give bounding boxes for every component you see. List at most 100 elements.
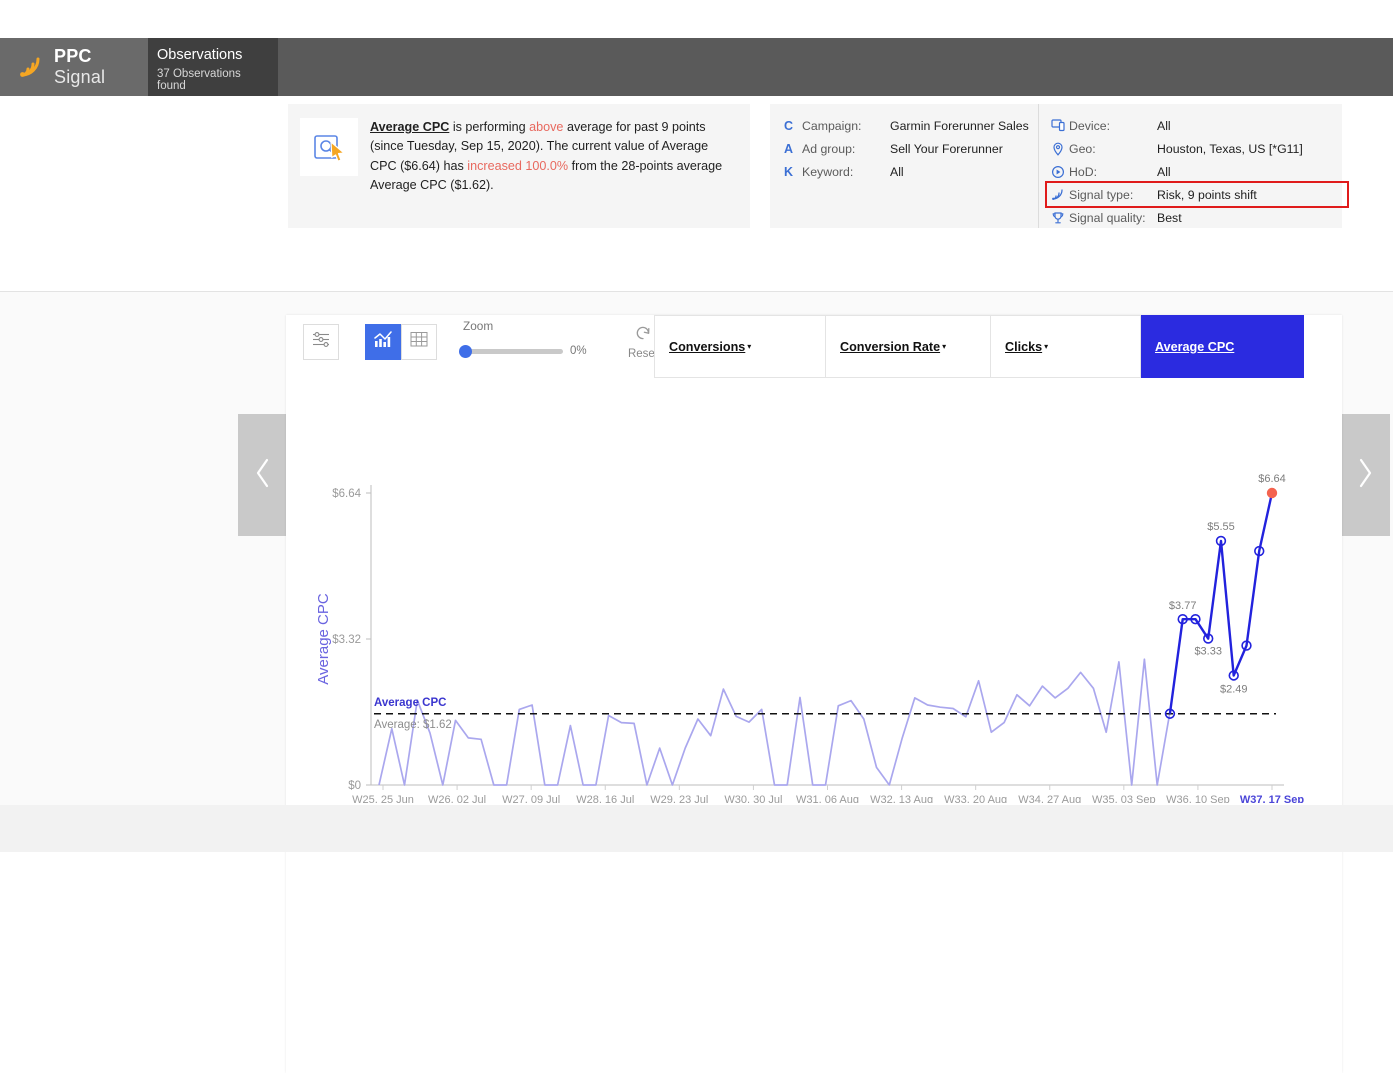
clock-icon — [1051, 165, 1069, 179]
description-fragment: is performing — [449, 120, 530, 134]
chart-plot-area: $0 $3.32 $6.64 Average CPC W25, 25 Jun W26, 0… — [286, 383, 1342, 803]
metadata-label: Campaign: — [802, 118, 862, 133]
table-view-toggle[interactable] — [401, 324, 437, 360]
metadata-value: All — [1157, 118, 1171, 133]
y-tick-label: $3.32 — [332, 634, 361, 646]
x-tick-label: W33, 20 Aug — [944, 794, 1007, 803]
description-fragment: Average CPC — [370, 120, 450, 134]
brand-light: Signal — [54, 67, 106, 87]
metadata-row-keyword: K Keyword: All — [784, 160, 1038, 183]
metadata-label: Ad group: — [802, 141, 856, 156]
chart-toolbar: Zoom 0% Reset Conversions ▾ Conversion R… — [286, 315, 1342, 383]
zoom-slider-thumb[interactable] — [459, 344, 472, 358]
chevron-down-icon[interactable]: ▾ — [942, 342, 946, 351]
description-fragment: above — [529, 120, 564, 134]
metadata-row-hod: HoD: All — [1051, 160, 1342, 183]
metadata-value: Best — [1157, 210, 1182, 225]
metadata-column-left: C Campaign: Garmin Forerunner Sales A Ad… — [770, 104, 1038, 228]
x-tick-label: W28, 16 Jul — [576, 794, 634, 803]
x-tick-label: W37, 17 Sep — [1240, 794, 1304, 803]
zoom-slider[interactable] — [459, 344, 563, 358]
data-point-label: $3.77 — [1169, 600, 1197, 612]
zoom-value: 0% — [570, 345, 587, 357]
chart-view-toggle[interactable] — [365, 324, 401, 360]
observation-description-card: Average CPC is performing above average … — [288, 104, 750, 228]
metadata-row-adgroup: A Ad group: Sell Your Forerunner — [784, 137, 1038, 160]
metadata-label: Signal type: — [1069, 187, 1134, 202]
metadata-value: Risk, 9 points shift — [1157, 187, 1257, 202]
metadata-column-right: Device: All Geo: Houston, Texas, US [*G1… — [1038, 104, 1349, 229]
average-line-label: Average CPC — [374, 697, 446, 709]
chart-card: Zoom 0% Reset Conversions ▾ Conversion R… — [286, 315, 1342, 1073]
metadata-label: Geo: — [1069, 141, 1096, 156]
metadata-row-signal-type: Signal type: Risk, 9 points shift — [1045, 181, 1349, 208]
x-tick-label: W26, 02 Jul — [428, 794, 486, 803]
reset-circular-arrow-icon — [634, 326, 652, 345]
description-fragment: increased 100.0% — [467, 158, 569, 173]
metric-tab-label: Average CPC — [1155, 339, 1235, 354]
chevron-right-icon — [1356, 457, 1374, 494]
table-grid-icon — [410, 331, 428, 353]
data-point-label: $3.33 — [1194, 646, 1222, 658]
metadata-label: Keyword: — [802, 164, 854, 179]
average-cpc-line-chart[interactable]: $0 $3.32 $6.64 Average CPC W25, 25 Jun W26, 0… — [286, 383, 1342, 803]
bottom-blank-strip — [0, 805, 1393, 852]
campaign-c-icon: C — [784, 118, 794, 133]
geo-pin-icon — [1051, 142, 1069, 156]
average-line-value-label: Average: $1.62 — [374, 719, 452, 731]
sliders-filter-icon — [312, 331, 331, 353]
observation-description-text: Average CPC is performing above average … — [370, 118, 734, 214]
observation-metadata-card: C Campaign: Garmin Forerunner Sales A Ad… — [770, 104, 1349, 229]
search-cursor-icon — [300, 118, 358, 176]
data-point-label: $6.64 — [1258, 473, 1286, 485]
metric-tab-clicks[interactable]: Clicks ▾ — [991, 315, 1141, 378]
metric-tab-conversion-rate[interactable]: Conversion Rate ▾ — [826, 315, 991, 378]
metadata-row-signal-quality: Signal quality: Best — [1051, 206, 1342, 229]
app-brand[interactable]: PPC Signal — [0, 38, 148, 96]
metadata-value: Sell Your Forerunner — [890, 141, 1003, 156]
bar-chart-icon — [373, 330, 393, 354]
rss-icon — [18, 55, 44, 79]
metadata-value: Garmin Forerunner Sales — [890, 118, 1029, 133]
filter-settings-button[interactable] — [303, 324, 339, 360]
signal-rss-icon — [1051, 188, 1069, 201]
x-tick-label: W34, 27 Aug — [1018, 794, 1081, 803]
y-tick-label: $6.64 — [332, 488, 361, 500]
x-tick-label: W25, 25 Jun — [352, 794, 414, 803]
chevron-down-icon[interactable]: ▾ — [747, 342, 751, 351]
metadata-label: HoD: — [1069, 164, 1098, 179]
brand-bold: PPC — [54, 46, 92, 66]
brand-label: PPC Signal — [54, 46, 148, 88]
metric-tab-label: Conversions — [669, 339, 746, 354]
metric-tab-group: Conversions ▾ Conversion Rate ▾ Clicks ▾ Avera… — [654, 315, 1304, 378]
metric-tab-average-cpc[interactable]: Average CPC — [1141, 315, 1304, 378]
x-tick-label: W36, 10 Sep — [1166, 794, 1230, 803]
x-tick-label: W27, 09 Jul — [502, 794, 560, 803]
data-point-label: $5.55 — [1207, 521, 1235, 533]
series-line-average-cpc — [378, 658, 1171, 786]
observation-detail-panel: Average CPC is performing above average … — [0, 96, 1393, 371]
x-tick-label: W31, 06 Aug — [796, 794, 859, 803]
metric-tab-conversions[interactable]: Conversions ▾ — [654, 315, 826, 378]
trophy-icon — [1051, 211, 1069, 225]
previous-observation-button[interactable] — [238, 414, 288, 536]
chart-stage: Zoom 0% Reset Conversions ▾ Conversion R… — [0, 292, 1393, 1073]
y-tick-label: $0 — [348, 780, 361, 792]
app-header: PPC Signal Observations 37 Observations … — [0, 38, 1393, 96]
zoom-label: Zoom — [463, 319, 494, 333]
tab-observations[interactable]: Observations 37 Observations found — [148, 38, 278, 96]
metadata-value: All — [1157, 164, 1171, 179]
data-point-label: $2.49 — [1220, 684, 1248, 696]
data-point-current[interactable] — [1266, 487, 1278, 499]
x-tick-label: W35, 03 Sep — [1092, 794, 1156, 803]
chevron-left-icon — [254, 457, 272, 494]
metadata-row-geo: Geo: Houston, Texas, US [*G11] — [1051, 137, 1342, 160]
metadata-value: Houston, Texas, US [*G11] — [1157, 141, 1303, 156]
x-tick-label: W29, 23 Jul — [650, 794, 708, 803]
metadata-row-device: Device: All — [1051, 114, 1342, 137]
metadata-value: All — [890, 164, 904, 179]
metadata-row-campaign: C Campaign: Garmin Forerunner Sales — [784, 114, 1038, 137]
x-tick-label: W32, 13 Aug — [870, 794, 933, 803]
next-observation-button[interactable] — [1340, 414, 1390, 536]
chevron-down-icon[interactable]: ▾ — [1044, 342, 1048, 351]
